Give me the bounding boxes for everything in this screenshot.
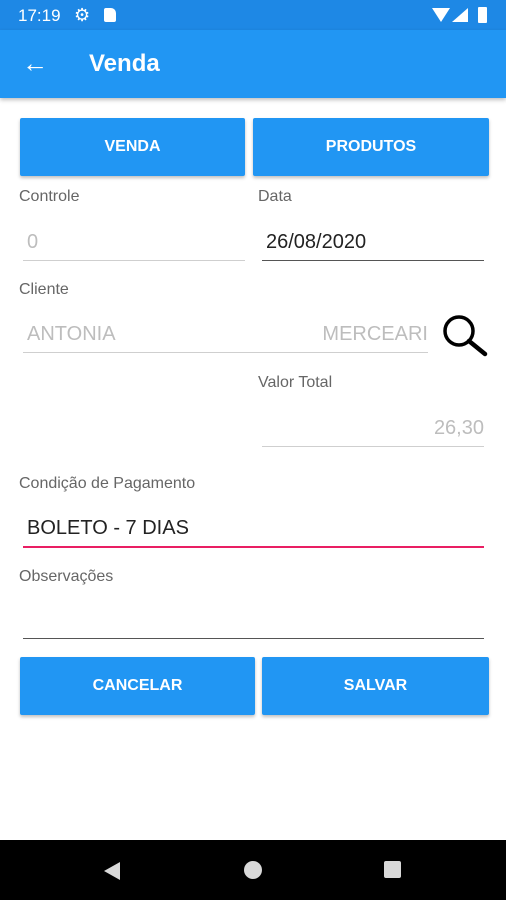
condicao-pagamento-label: Condição de Pagamento bbox=[19, 475, 196, 492]
search-icon[interactable] bbox=[440, 312, 488, 360]
cancel-button[interactable]: CANCELAR bbox=[20, 657, 255, 715]
valor-total-label: Valor Total bbox=[258, 374, 333, 391]
controle-label: Controle bbox=[19, 188, 80, 205]
sd-card-icon bbox=[104, 8, 116, 22]
signal-icon bbox=[452, 8, 468, 22]
system-nav-bar bbox=[0, 840, 506, 900]
controle-value: 0 bbox=[27, 231, 39, 253]
controle-field[interactable]: 0 bbox=[23, 222, 245, 261]
data-label: Data bbox=[258, 188, 292, 205]
cliente-value: ANTONIA bbox=[27, 323, 116, 345]
nav-recents-icon[interactable] bbox=[384, 861, 401, 878]
status-bar: 17:19 ⚙ bbox=[0, 0, 506, 30]
condicao-pagamento-value: BOLETO - 7 DIAS bbox=[27, 517, 189, 539]
nav-home-icon[interactable] bbox=[244, 861, 262, 879]
cliente-value-right: MERCEARI bbox=[322, 323, 428, 345]
data-value: 26/08/2020 bbox=[266, 231, 367, 253]
app-bar: ← Venda bbox=[0, 30, 506, 98]
observacoes-field[interactable] bbox=[23, 598, 484, 639]
cliente-field[interactable]: ANTONIA MERCEARI bbox=[23, 314, 428, 353]
data-field[interactable]: 26/08/2020 bbox=[262, 222, 484, 261]
cliente-label: Cliente bbox=[19, 281, 69, 298]
nav-back-icon[interactable] bbox=[104, 862, 120, 880]
status-time: 17:19 bbox=[18, 6, 61, 25]
page-title: Venda bbox=[89, 50, 160, 77]
wifi-icon bbox=[432, 8, 450, 22]
save-button[interactable]: SALVAR bbox=[262, 657, 489, 715]
arrow-left-icon[interactable]: ← bbox=[22, 48, 48, 78]
observacoes-label: Observações bbox=[19, 568, 114, 585]
condicao-pagamento-field[interactable]: BOLETO - 7 DIAS bbox=[23, 508, 484, 548]
valor-total-value: 26,30 bbox=[433, 417, 484, 439]
battery-icon bbox=[478, 7, 487, 23]
valor-total-field[interactable]: 26,30 bbox=[262, 408, 484, 447]
gear-icon: ⚙ bbox=[74, 5, 91, 25]
tab-venda[interactable]: VENDA bbox=[20, 118, 245, 176]
tab-produtos[interactable]: PRODUTOS bbox=[253, 118, 489, 176]
